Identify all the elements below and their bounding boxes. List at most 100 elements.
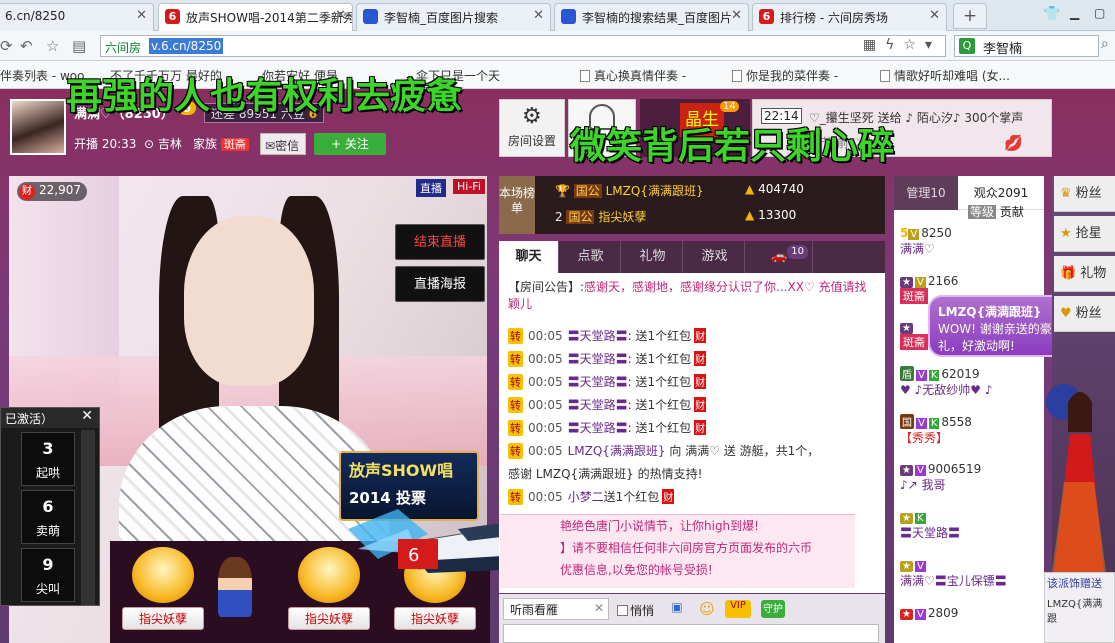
tab-songs[interactable]: 点歌 bbox=[561, 241, 621, 273]
user-row[interactable]: ★ K 〓天堂路〓 bbox=[900, 510, 1044, 541]
star-icon[interactable]: ☆ bbox=[903, 37, 925, 53]
action-jianjiao-button[interactable]: 9 尖叫 bbox=[21, 548, 75, 602]
forward-tag[interactable]: 转 bbox=[508, 420, 523, 436]
chat-user[interactable]: 〓天堂路〓 bbox=[568, 398, 628, 412]
close-icon[interactable]: ✕ bbox=[136, 8, 147, 23]
smiley-icon[interactable]: ☺ bbox=[697, 600, 717, 618]
chat-user[interactable]: LMZQ{满满跟班} bbox=[568, 444, 666, 458]
promo-line-1[interactable]: 艳绝色唐门小说情节，让你high到爆! bbox=[560, 515, 855, 537]
fans-button[interactable]: ♛ 粉丝 bbox=[1054, 176, 1115, 212]
whisper-checkbox[interactable] bbox=[617, 605, 628, 616]
skin-icon[interactable]: 👕 bbox=[1043, 6, 1060, 22]
action-qihong-button[interactable]: 3 起哄 bbox=[21, 432, 75, 486]
bookmark-item[interactable]: 你是我的菜伴奏 - bbox=[732, 67, 838, 84]
user-row[interactable]: 盾 V K 62019 ♥ ♪无敌纱帅♥ ♪ bbox=[900, 366, 1044, 398]
forward-tag[interactable]: 转 bbox=[508, 443, 523, 459]
follow-button[interactable]: + 关注 bbox=[314, 133, 386, 155]
search-box[interactable]: Q 李智楠 bbox=[954, 35, 1099, 57]
forward-tag[interactable]: 转 bbox=[508, 374, 523, 390]
chat-user[interactable]: 〓天堂路〓 bbox=[568, 329, 628, 343]
user-name: 〓天堂路〓 bbox=[900, 526, 961, 540]
tab-baidu-image[interactable]: 🐾 李智楠_百度图片搜索 ✕ bbox=[356, 3, 551, 31]
gift-item[interactable]: 指尖妖孽 bbox=[122, 547, 204, 637]
grab-star-button[interactable]: ★ 抢星 bbox=[1054, 216, 1115, 252]
lightning-icon[interactable]: ϟ bbox=[885, 37, 903, 53]
tab-baidu-results[interactable]: 🐾 李智楠的搜索结果_百度图片 ✕ bbox=[554, 3, 749, 31]
user-row[interactable]: ★ V 2809 bbox=[900, 606, 1044, 620]
minimize-icon[interactable]: ▁ bbox=[1070, 6, 1079, 20]
gift-sender: 指尖妖孽 bbox=[288, 607, 370, 630]
promo-band[interactable]: 艳绝色唐门小说情节，让你high到爆! 】请不要相信任何非六间房官方页面发布的六… bbox=[500, 514, 855, 588]
close-icon[interactable]: ✕ bbox=[335, 8, 346, 23]
user-id: 8558 bbox=[941, 415, 972, 429]
chat-time: 00:05 bbox=[528, 352, 563, 366]
url-text[interactable]: v.6.cn/8250 bbox=[149, 38, 224, 54]
search-input[interactable]: 李智楠 bbox=[983, 42, 1022, 57]
chat-user[interactable]: 〓天堂路〓 bbox=[568, 375, 628, 389]
tab-ranking[interactable]: 6 排行榜 - 六间房秀场 ✕ bbox=[752, 3, 947, 31]
tab-label: 李智楠_百度图片搜索 bbox=[384, 11, 499, 25]
bookmark-item[interactable]: 情歌好听却难唱 (女... bbox=[880, 67, 1010, 84]
family-tag[interactable]: 斑斋 bbox=[220, 138, 249, 151]
gift-button[interactable]: 🎁 礼物 bbox=[1054, 256, 1115, 292]
rank-row[interactable]: 2 国公 指尖妖孽 ▲ 13300 bbox=[555, 208, 796, 230]
forward-tag[interactable]: 转 bbox=[508, 351, 523, 367]
guard-button[interactable]: 守护 bbox=[761, 600, 785, 618]
fans-button-2[interactable]: ♥ 粉丝 bbox=[1054, 296, 1115, 332]
outfit-gifter[interactable]: 该派饰赠送 LMZQ{满满跟 bbox=[1044, 572, 1115, 643]
close-icon[interactable]: ✕ bbox=[533, 8, 544, 23]
undo-icon[interactable]: ↶ bbox=[20, 37, 33, 55]
close-icon[interactable]: ✕ bbox=[929, 8, 940, 23]
user-row[interactable]: 国 V K 8558 【秀秀】 bbox=[900, 414, 1044, 446]
close-icon[interactable]: ✕ bbox=[731, 8, 742, 23]
forward-tag[interactable]: 转 bbox=[508, 489, 523, 505]
close-icon[interactable]: ✕ bbox=[81, 408, 93, 424]
grab-star-label: 抢星 bbox=[1075, 226, 1102, 241]
dropdown-icon[interactable]: ▾ bbox=[925, 37, 941, 53]
action-maimeng-button[interactable]: 6 卖萌 bbox=[21, 490, 75, 544]
chat-textarea[interactable] bbox=[503, 624, 879, 643]
tab-partial[interactable]: 6.cn/8250 ✕ bbox=[0, 3, 154, 31]
search-go-icon[interactable]: ⌕ bbox=[1101, 36, 1109, 52]
chat-user[interactable]: 〓天堂路〓 bbox=[568, 421, 628, 435]
image-icon[interactable]: ▣ bbox=[667, 600, 687, 618]
cai-badge: 财 bbox=[694, 397, 707, 412]
tab-games[interactable]: 游戏 bbox=[685, 241, 745, 273]
forward-tag[interactable]: 转 bbox=[508, 328, 523, 344]
chat-target-select[interactable]: 听雨看雁 ✕ bbox=[503, 598, 609, 620]
user-row[interactable]: ★ V 9006519 ♪↗ 我哥 bbox=[900, 462, 1044, 493]
qr-icon[interactable]: ▦ bbox=[863, 37, 885, 53]
forward-icon[interactable]: ⟳ bbox=[0, 37, 13, 55]
scrollbar[interactable] bbox=[81, 430, 95, 605]
tab-cars[interactable]: 🚗 10 bbox=[747, 241, 813, 273]
rank-row[interactable]: 🏆 1 国公 LMZQ{满满跟班} ▲ 404740 bbox=[555, 182, 804, 204]
doc-icon[interactable]: ▤ bbox=[72, 37, 86, 55]
bookmark-item[interactable]: 真心换真情伴奏 - bbox=[580, 67, 686, 84]
filter-level[interactable]: 等级 bbox=[968, 205, 997, 219]
room-settings-button[interactable]: ⚙ 房间设置 bbox=[499, 99, 565, 157]
end-live-button[interactable]: 结束直播 bbox=[395, 224, 485, 260]
address-bar[interactable]: 六间房 v.6.cn/8250 ▦ϟ☆▾ bbox=[100, 35, 946, 57]
user-row[interactable]: ★ V 满满♡〓宝儿保镖〓 bbox=[900, 558, 1044, 589]
user-row[interactable]: 5 V 8250 满满♡ bbox=[900, 226, 1044, 257]
filter-contrib[interactable]: 贡献 bbox=[1000, 205, 1024, 219]
tab-admins[interactable]: 管理10 bbox=[894, 176, 958, 210]
host-avatar[interactable] bbox=[10, 99, 66, 155]
private-message-button[interactable]: ✉密信 bbox=[260, 133, 306, 155]
chat-user[interactable]: 〓天堂路〓 bbox=[568, 352, 628, 366]
tab-show-active[interactable]: 6 放声SHOW唱-2014第二季新秀 ✕ bbox=[158, 3, 353, 31]
live-poster-button[interactable]: 直播海报 bbox=[395, 266, 485, 302]
close-icon[interactable]: ✕ bbox=[594, 601, 604, 615]
maximize-icon[interactable]: ▢ bbox=[1094, 6, 1105, 20]
coin-icon: ▲ bbox=[745, 208, 755, 222]
money-icon: 财 bbox=[19, 184, 35, 200]
whisper-toggle[interactable]: 悄悄 bbox=[617, 602, 654, 619]
forward-tag[interactable]: 转 bbox=[508, 397, 523, 413]
tab-label: 排行榜 - 六间房秀场 bbox=[780, 11, 888, 25]
tab-gifts[interactable]: 礼物 bbox=[623, 241, 683, 273]
star-icon[interactable]: ☆ bbox=[46, 37, 59, 55]
tab-chat[interactable]: 聊天 bbox=[499, 241, 559, 273]
new-tab-button[interactable]: + bbox=[953, 3, 987, 29]
chat-user[interactable]: 小梦二 bbox=[568, 490, 604, 504]
vip-button[interactable]: VIP bbox=[725, 600, 751, 618]
